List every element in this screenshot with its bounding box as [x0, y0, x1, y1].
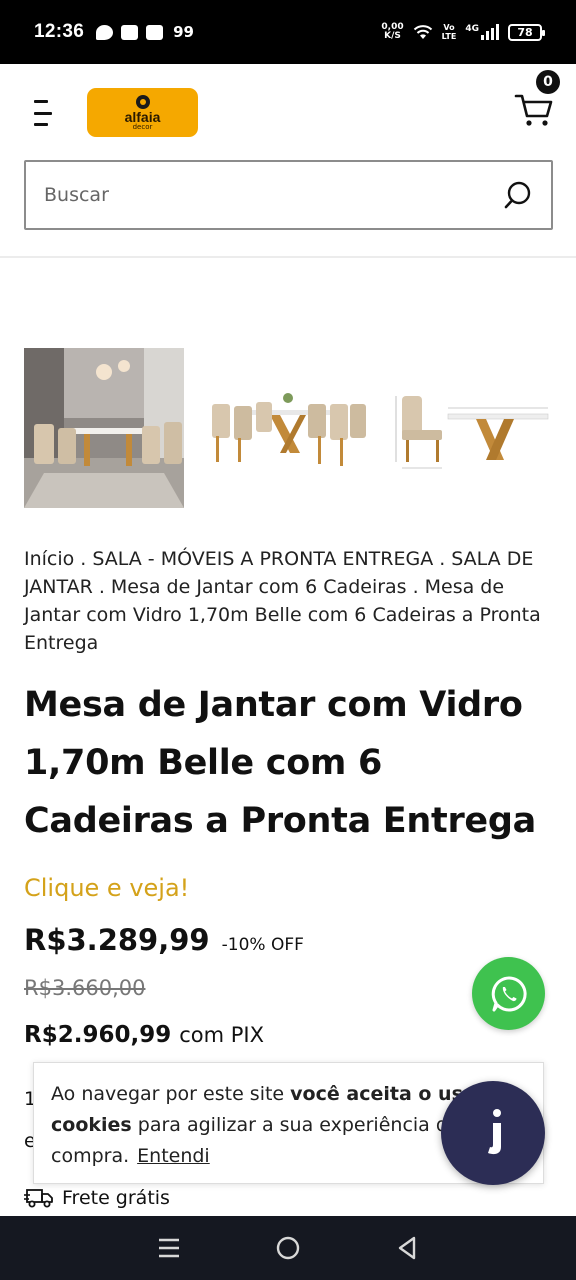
battery-icon: 78	[508, 23, 545, 41]
back-button[interactable]	[392, 1233, 422, 1263]
product-price: R$3.289,99	[24, 923, 210, 957]
breadcrumb-item[interactable]: SALA - MÓVEIS A PRONTA ENTREGA	[92, 548, 433, 570]
chat-assistant-icon	[488, 1109, 501, 1155]
table-with-chairs	[208, 348, 368, 508]
cookie-bold-cookies: cookies	[51, 1114, 132, 1136]
system-navbar	[0, 1216, 576, 1280]
cart-count-badge: 0	[536, 70, 560, 94]
breadcrumb-item[interactable]: Início	[24, 548, 74, 570]
logo-name: alfaia	[124, 108, 161, 125]
product-gallery	[24, 348, 552, 508]
gallery-thumb-2[interactable]	[208, 348, 368, 508]
table-dimensions-drawing	[392, 348, 552, 508]
header-divider	[0, 256, 576, 258]
free-shipping: Frete grátis	[24, 1186, 170, 1210]
breadcrumb: Início. SALA - MÓVEIS A PRONTA ENTREGA. SA…	[24, 548, 541, 654]
truck-icon	[24, 1189, 53, 1208]
cookie-accept-link[interactable]: Entendi	[137, 1145, 210, 1167]
pix-label: com PIX	[179, 1023, 264, 1047]
home-button[interactable]	[273, 1233, 303, 1263]
promo-link[interactable]: Clique e veja!	[24, 874, 189, 902]
dining-room-photo	[24, 348, 184, 508]
notification-count: 99	[173, 23, 194, 41]
search-input[interactable]	[44, 184, 503, 206]
price-row: R$3.289,99 -10% OFF	[24, 923, 304, 957]
volte-indicator: Vo LTE	[441, 23, 457, 41]
chat-button[interactable]	[441, 1081, 545, 1185]
notification-icons: 99	[96, 23, 194, 41]
search-box	[24, 160, 553, 230]
cookie-text: Ao navegar por este site	[51, 1083, 291, 1105]
back-icon	[398, 1236, 415, 1260]
recents-button[interactable]	[154, 1233, 184, 1263]
signal-icon: 4G	[465, 24, 499, 40]
logo-mark-icon	[135, 94, 150, 109]
menu-icon	[159, 1238, 180, 1258]
shipping-label: Frete grátis	[62, 1187, 170, 1209]
old-price: R$3.660,00	[24, 976, 146, 1000]
pix-price: R$2.960,99	[24, 1022, 172, 1048]
discount-badge: -10% OFF	[221, 935, 304, 955]
search-icon[interactable]	[503, 180, 533, 210]
chat-notification-icon	[96, 24, 114, 40]
net-speed: 0,00 K/S	[381, 22, 404, 41]
youtube-notification-icon	[121, 24, 139, 40]
pix-price-row: R$2.960,99 com PIX	[24, 1022, 264, 1048]
whatsapp-button[interactable]	[472, 957, 545, 1030]
cart-icon[interactable]	[514, 92, 554, 128]
product-title: Mesa de Jantar com Vidro 1,70m Belle com…	[24, 685, 536, 841]
logo-sub: decor	[132, 122, 153, 131]
home-icon	[276, 1236, 300, 1260]
status-right: 0,00 K/S Vo LTE 4G 78	[381, 22, 545, 41]
gallery-thumb-1[interactable]	[24, 348, 184, 508]
status-bar: 12:36 99 0,00 K/S Vo LTE 4G 78	[0, 0, 576, 64]
wifi-icon	[413, 25, 432, 39]
site-header: alfaia decor	[0, 64, 576, 160]
whatsapp-icon	[491, 975, 527, 1011]
status-time: 12:36	[34, 21, 85, 42]
gallery-thumb-3[interactable]	[392, 348, 552, 508]
store-logo[interactable]: alfaia decor	[87, 88, 198, 137]
app-notification-icon	[146, 24, 164, 40]
breadcrumb-item[interactable]: Mesa de Jantar com 6 Cadeiras	[111, 576, 407, 598]
menu-icon[interactable]	[34, 100, 52, 126]
